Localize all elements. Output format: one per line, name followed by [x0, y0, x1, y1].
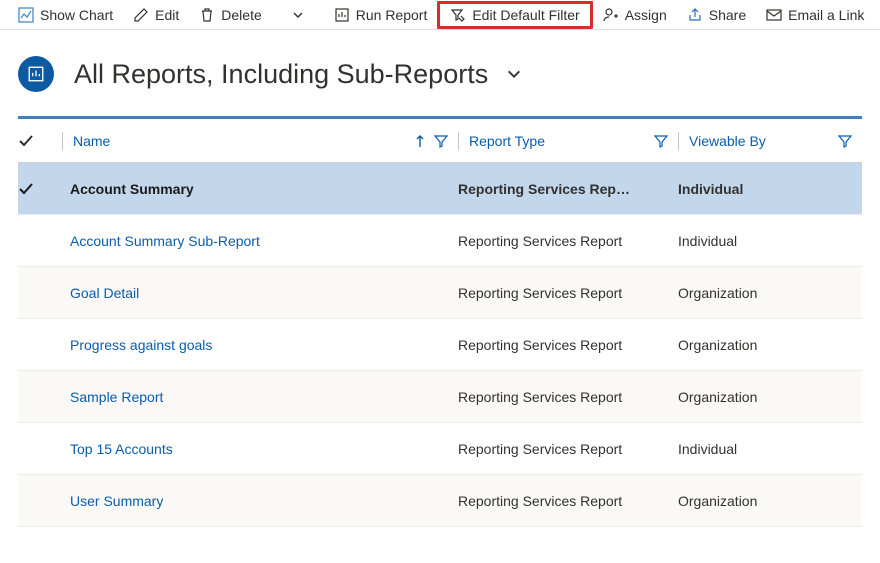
filter-icon[interactable]: [838, 134, 852, 148]
table-row[interactable]: Sample Report Reporting Services Report Or…: [18, 371, 862, 423]
email-link-button[interactable]: Email a Link: [756, 1, 874, 29]
report-name-link[interactable]: Progress against goals: [62, 337, 212, 353]
column-header-view[interactable]: Viewable By: [689, 133, 766, 149]
report-type-cell: Reporting Services Report: [458, 285, 622, 301]
entity-icon: [18, 56, 54, 92]
chart-icon: [18, 7, 34, 23]
row-checkbox[interactable]: [18, 181, 62, 197]
report-icon: [334, 7, 350, 23]
table-row[interactable]: Goal Detail Reporting Services Report Orga…: [18, 267, 862, 319]
edit-default-filter-label: Edit Default Filter: [472, 7, 579, 23]
table-row[interactable]: Account Summary Reporting Services Rep… In…: [18, 163, 862, 215]
chevron-down-icon: [506, 66, 522, 82]
report-type-cell: Reporting Services Report: [458, 389, 622, 405]
edit-label: Edit: [155, 7, 179, 23]
chevron-down-icon: [290, 7, 306, 23]
report-type-cell: Reporting Services Report: [458, 441, 622, 457]
report-name-link[interactable]: Account Summary Sub-Report: [62, 233, 260, 249]
trash-icon: [199, 7, 215, 23]
grid: Name Report Type Viewable By: [18, 116, 862, 527]
viewable-by-cell: Organization: [678, 389, 757, 405]
column-header-name[interactable]: Name: [73, 133, 110, 149]
edit-default-filter-button[interactable]: Edit Default Filter: [437, 1, 592, 29]
share-label: Share: [709, 7, 746, 23]
assign-icon: [603, 7, 619, 23]
page-header: All Reports, Including Sub-Reports: [0, 30, 880, 116]
report-name-link[interactable]: Sample Report: [62, 389, 163, 405]
view-selector[interactable]: All Reports, Including Sub-Reports: [74, 59, 522, 90]
grid-body: Account Summary Reporting Services Rep… In…: [18, 163, 862, 527]
report-type-cell: Reporting Services Report: [458, 337, 622, 353]
report-name-link[interactable]: Goal Detail: [62, 285, 139, 301]
select-all-checkbox[interactable]: [18, 133, 62, 149]
viewable-by-cell: Individual: [678, 181, 743, 197]
delete-button[interactable]: Delete: [189, 1, 271, 29]
mail-icon: [766, 7, 782, 23]
filter-icon[interactable]: [654, 134, 668, 148]
viewable-by-cell: Individual: [678, 233, 737, 249]
sort-asc-icon[interactable]: [414, 134, 426, 148]
report-name-link[interactable]: User Summary: [62, 493, 163, 509]
report-type-cell: Reporting Services Rep…: [458, 181, 630, 197]
table-row[interactable]: Top 15 Accounts Reporting Services Report…: [18, 423, 862, 475]
assign-label: Assign: [625, 7, 667, 23]
show-chart-button[interactable]: Show Chart: [8, 1, 123, 29]
viewable-by-cell: Organization: [678, 337, 757, 353]
pencil-icon: [133, 7, 149, 23]
command-bar: Show Chart Edit Delete Run Report: [0, 0, 880, 30]
viewable-by-cell: Organization: [678, 493, 757, 509]
assign-button[interactable]: Assign: [593, 1, 677, 29]
filter-edit-icon: [450, 7, 466, 23]
edit-button[interactable]: Edit: [123, 1, 189, 29]
delete-label: Delete: [221, 7, 261, 23]
run-report-button[interactable]: Run Report: [324, 1, 438, 29]
share-button[interactable]: Share: [677, 1, 756, 29]
page-title-text: All Reports, Including Sub-Reports: [74, 59, 488, 90]
table-row[interactable]: Account Summary Sub-Report Reporting Serv…: [18, 215, 862, 267]
table-row[interactable]: Progress against goals Reporting Services…: [18, 319, 862, 371]
column-header-type[interactable]: Report Type: [469, 133, 545, 149]
show-chart-label: Show Chart: [40, 7, 113, 23]
column-separator: [678, 132, 679, 150]
filter-icon[interactable]: [434, 134, 448, 148]
viewable-by-cell: Organization: [678, 285, 757, 301]
run-report-label: Run Report: [356, 7, 428, 23]
report-type-cell: Reporting Services Report: [458, 233, 622, 249]
report-type-cell: Reporting Services Report: [458, 493, 622, 509]
grid-header: Name Report Type Viewable By: [18, 119, 862, 163]
report-name-link[interactable]: Account Summary: [62, 181, 194, 197]
column-separator: [62, 132, 63, 150]
email-link-label: Email a Link: [788, 7, 864, 23]
viewable-by-cell: Individual: [678, 441, 737, 457]
share-icon: [687, 7, 703, 23]
column-separator: [458, 132, 459, 150]
report-name-link[interactable]: Top 15 Accounts: [62, 441, 173, 457]
overflow-button[interactable]: [280, 1, 316, 29]
table-row[interactable]: User Summary Reporting Services Report Org…: [18, 475, 862, 527]
